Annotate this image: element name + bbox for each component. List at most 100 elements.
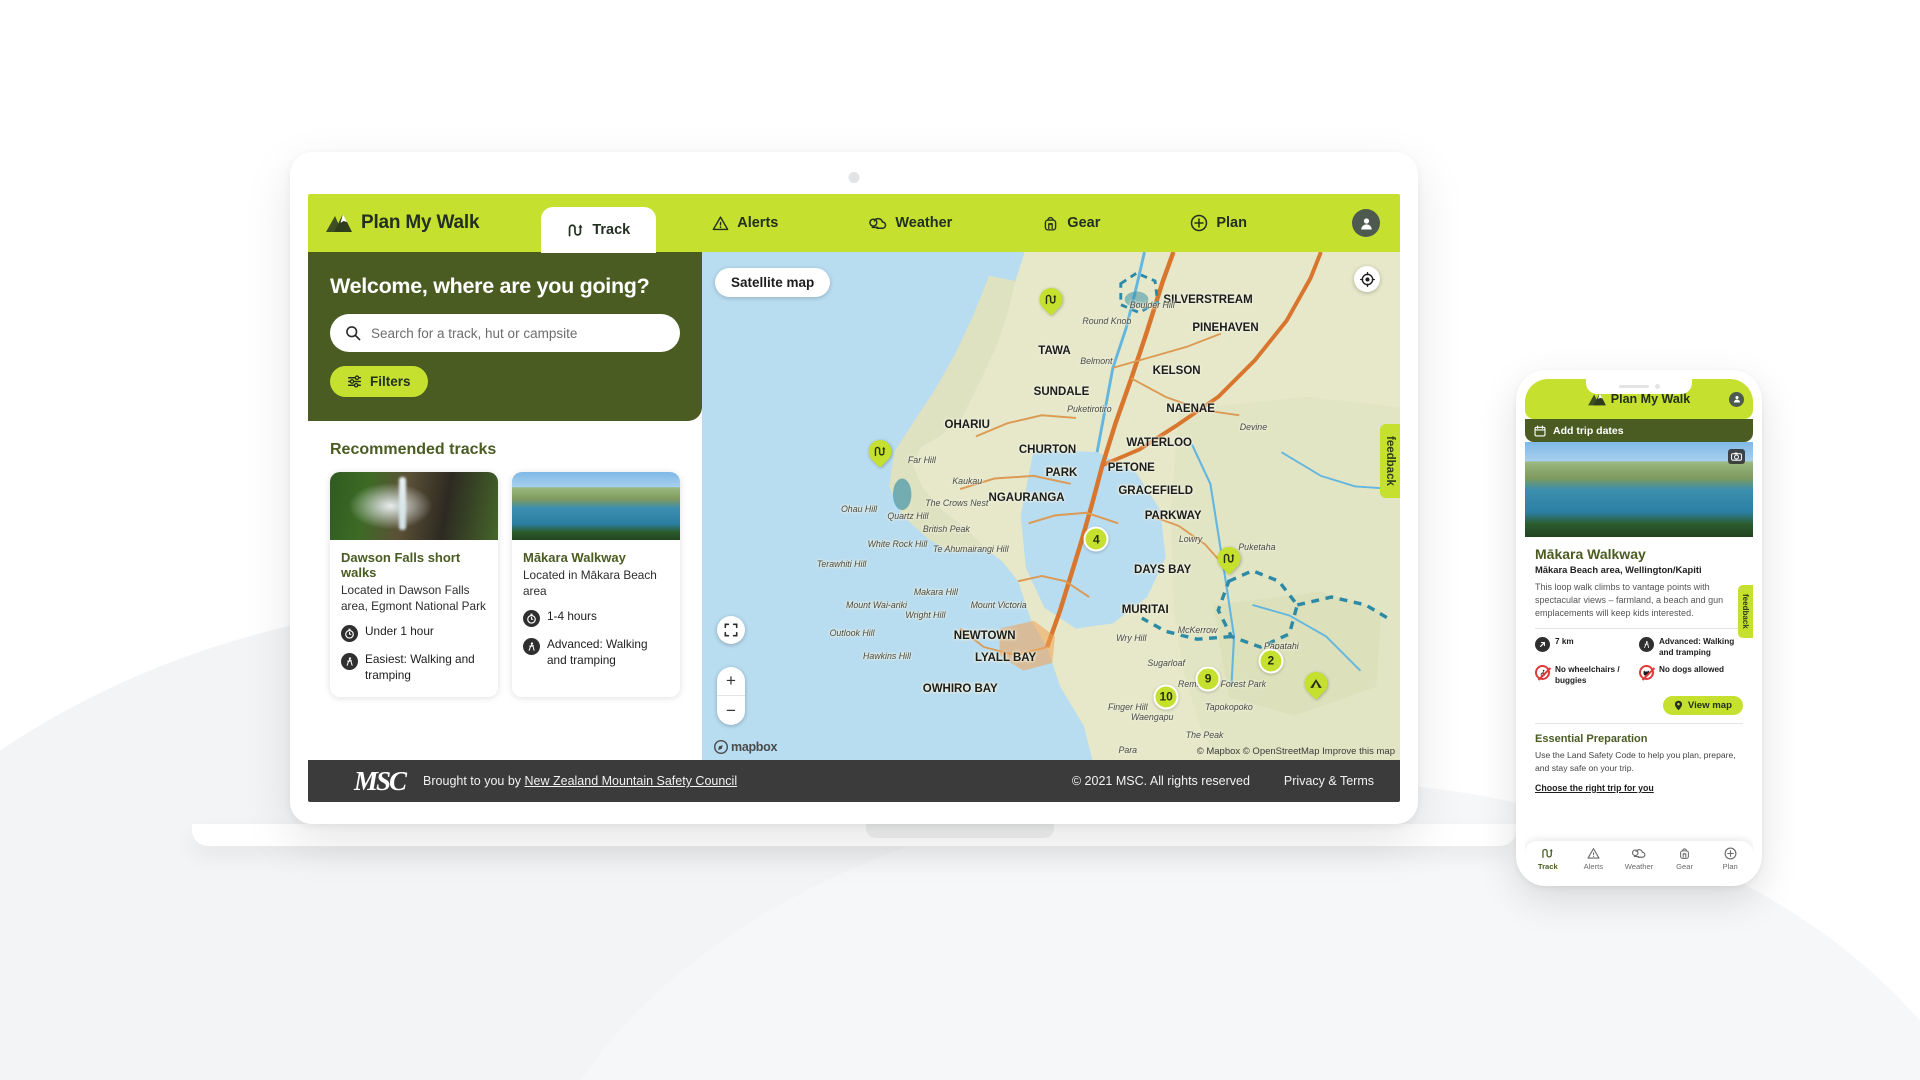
map-place-label-minor: Far Hill: [907, 455, 936, 466]
feedback-tab[interactable]: feedback: [1380, 424, 1400, 498]
map-place-label-minor: The Crows Nest: [925, 498, 989, 509]
phone-speaker-icon: [1618, 385, 1649, 388]
fullscreen-button[interactable]: [717, 616, 745, 644]
filters-button[interactable]: Filters: [330, 366, 428, 397]
map-place-label: PINEHAVEN: [1192, 322, 1259, 335]
mobile-meta-dogs-text: No dogs allowed: [1659, 665, 1725, 675]
divider: [1535, 722, 1743, 724]
map-place-label: NAENAE: [1166, 403, 1215, 416]
map-track-marker[interactable]: [1034, 283, 1068, 318]
mobile-tab-track-label: Track: [1537, 862, 1558, 871]
laptop-base-notch: [866, 824, 1054, 838]
mobile-tab-gear[interactable]: Gear: [1662, 847, 1708, 871]
mobile-tab-track[interactable]: Track: [1525, 847, 1571, 871]
map-place-label-minor: Belmont: [1080, 356, 1113, 367]
track-card-image: [512, 472, 680, 540]
locate-me-button[interactable]: [1354, 266, 1380, 292]
brand-logo[interactable]: Plan My Walk: [326, 212, 480, 234]
user-avatar-icon: [1360, 217, 1372, 229]
tab-weather[interactable]: Weather: [846, 194, 974, 252]
map-cluster-marker[interactable]: 9: [1195, 666, 1221, 692]
map-place-label-minor: Outlook Hill: [829, 628, 875, 638]
essential-preparation-text: Use the Land Safety Code to help you pla…: [1535, 749, 1736, 773]
hiker-icon: [1639, 637, 1654, 653]
alert-triangle-icon: [712, 215, 729, 230]
map-campsite-marker[interactable]: [1299, 666, 1333, 702]
mobile-feedback-tab[interactable]: feedback: [1738, 585, 1753, 638]
map-cluster-marker[interactable]: 10: [1153, 684, 1179, 709]
mobile-meta-difficulty-text: Advanced: Walking and tramping: [1659, 637, 1735, 657]
zoom-out-button[interactable]: −: [717, 696, 745, 725]
track-card[interactable]: Mākara Walkway Located in Mākara Beach a…: [512, 472, 680, 697]
view-map-label: View map: [1687, 699, 1732, 711]
essential-preparation-title: Essential Preparation: [1535, 732, 1648, 745]
search-input[interactable]: Search for a track, hut or campsite: [330, 314, 680, 352]
dog-icon: [1639, 665, 1654, 681]
track-icon: [1542, 848, 1554, 859]
mobile-tab-weather[interactable]: Weather: [1616, 847, 1662, 871]
desktop-footer: MSC Brought to you by New Zealand Mounta…: [308, 760, 1400, 802]
map-attribution[interactable]: © Mapbox © OpenStreetMap Improve this ma…: [1197, 746, 1395, 757]
mobile-brand-logo[interactable]: Plan My Walk: [1587, 392, 1690, 406]
account-avatar-button[interactable]: [1352, 209, 1380, 237]
map-place-label-minor: Sugarloaf: [1147, 658, 1185, 669]
map-track-marker[interactable]: [1212, 542, 1246, 577]
map-panel[interactable]: Satellite map + − mapbox © Mapbox © Open…: [702, 252, 1400, 760]
mobile-tab-plan[interactable]: Plan: [1707, 847, 1753, 871]
mobile-track-meta-grid: 7 km Advanced: Walking and tramping No w…: [1535, 637, 1743, 694]
mobile-track-title: Mākara Walkway: [1535, 546, 1646, 562]
track-card-difficulty-text: Easiest: Walking and tramping: [365, 652, 475, 682]
mobile-tab-weather-label: Weather: [1624, 862, 1654, 871]
phone-screen: Plan My Walk Add trip dates feedback Māk…: [1525, 379, 1753, 877]
search-placeholder: Search for a track, hut or campsite: [371, 325, 578, 341]
map-cluster-marker[interactable]: 2: [1258, 648, 1284, 674]
mobile-track-detail: Mākara Walkway Mākara Beach area, Wellin…: [1525, 537, 1753, 793]
nav-tabs: Track Alerts Weather Gear Plan: [519, 194, 1400, 253]
copyright-text: © 2021 MSC. All rights reserved: [1071, 774, 1250, 788]
wheelchair-icon: [1535, 665, 1550, 681]
map-place-label: PETONE: [1107, 461, 1155, 474]
map-place-label-minor: Waengapu: [1131, 711, 1174, 722]
track-card[interactable]: Dawson Falls short walks Located in Daws…: [330, 472, 498, 697]
mobile-meta-wheelchair-text: No wheelchairs / buggies: [1555, 665, 1620, 686]
zoom-in-button[interactable]: +: [717, 667, 745, 696]
left-panel: Welcome, where are you going? Search for…: [308, 252, 702, 760]
map-place-label: TAWA: [1038, 345, 1071, 358]
privacy-terms-link[interactable]: Privacy & Terms: [1284, 774, 1374, 788]
brought-by-prefix: Brought to you by: [423, 774, 525, 788]
map-place-label: LYALL BAY: [975, 652, 1037, 665]
mobile-tab-alerts[interactable]: Alerts: [1571, 847, 1617, 871]
mobile-meta-dogs: No dogs allowed: [1639, 665, 1743, 686]
map-place-label: GRACEFIELD: [1118, 484, 1194, 497]
map-place-label-minor: Boulder Hill: [1129, 300, 1175, 311]
satellite-map-toggle[interactable]: Satellite map: [715, 268, 831, 297]
tab-gear[interactable]: Gear: [1020, 194, 1122, 252]
track-card-body: Mākara Walkway Located in Mākara Beach a…: [512, 540, 680, 682]
view-map-button[interactable]: View map: [1662, 695, 1743, 715]
phone-device: Plan My Walk Add trip dates feedback Māk…: [1516, 370, 1762, 886]
tab-alerts[interactable]: Alerts: [690, 194, 800, 252]
add-trip-dates-button[interactable]: Add trip dates: [1525, 419, 1753, 442]
map-place-label-minor: The Peak: [1185, 729, 1224, 740]
map-place-label: WATERLOO: [1126, 436, 1192, 449]
track-card-title: Dawson Falls short walks: [341, 550, 461, 580]
tab-track[interactable]: Track: [541, 207, 657, 253]
map-place-label: NGAURANGA: [988, 492, 1065, 505]
footer-right: © 2021 MSC. All rights reserved Privacy …: [1072, 774, 1374, 788]
tab-plan[interactable]: Plan: [1168, 194, 1269, 252]
mobile-account-button[interactable]: [1729, 391, 1744, 407]
map-place-label: NEWTOWN: [953, 629, 1016, 642]
map-place-label-minor: Puketaha: [1238, 541, 1276, 552]
mountain-icon: [326, 213, 352, 232]
desktop-navbar: Plan My Walk Track Alerts Weather Gear P…: [308, 194, 1400, 253]
mobile-track-photo: [1525, 442, 1753, 537]
mapbox-logo[interactable]: mapbox: [714, 740, 777, 754]
track-icon: [1034, 283, 1068, 316]
map-place-label: DAYS BAY: [1134, 563, 1192, 576]
camera-icon[interactable]: [1728, 449, 1745, 464]
msc-link[interactable]: New Zealand Mountain Safety Council: [525, 774, 738, 788]
brought-to-you-by: Brought to you by New Zealand Mountain S…: [423, 774, 737, 788]
map-track-marker[interactable]: [863, 435, 897, 470]
map-cluster-marker[interactable]: 4: [1083, 526, 1109, 552]
track-card-duration-text: Under 1 hour: [365, 624, 434, 639]
